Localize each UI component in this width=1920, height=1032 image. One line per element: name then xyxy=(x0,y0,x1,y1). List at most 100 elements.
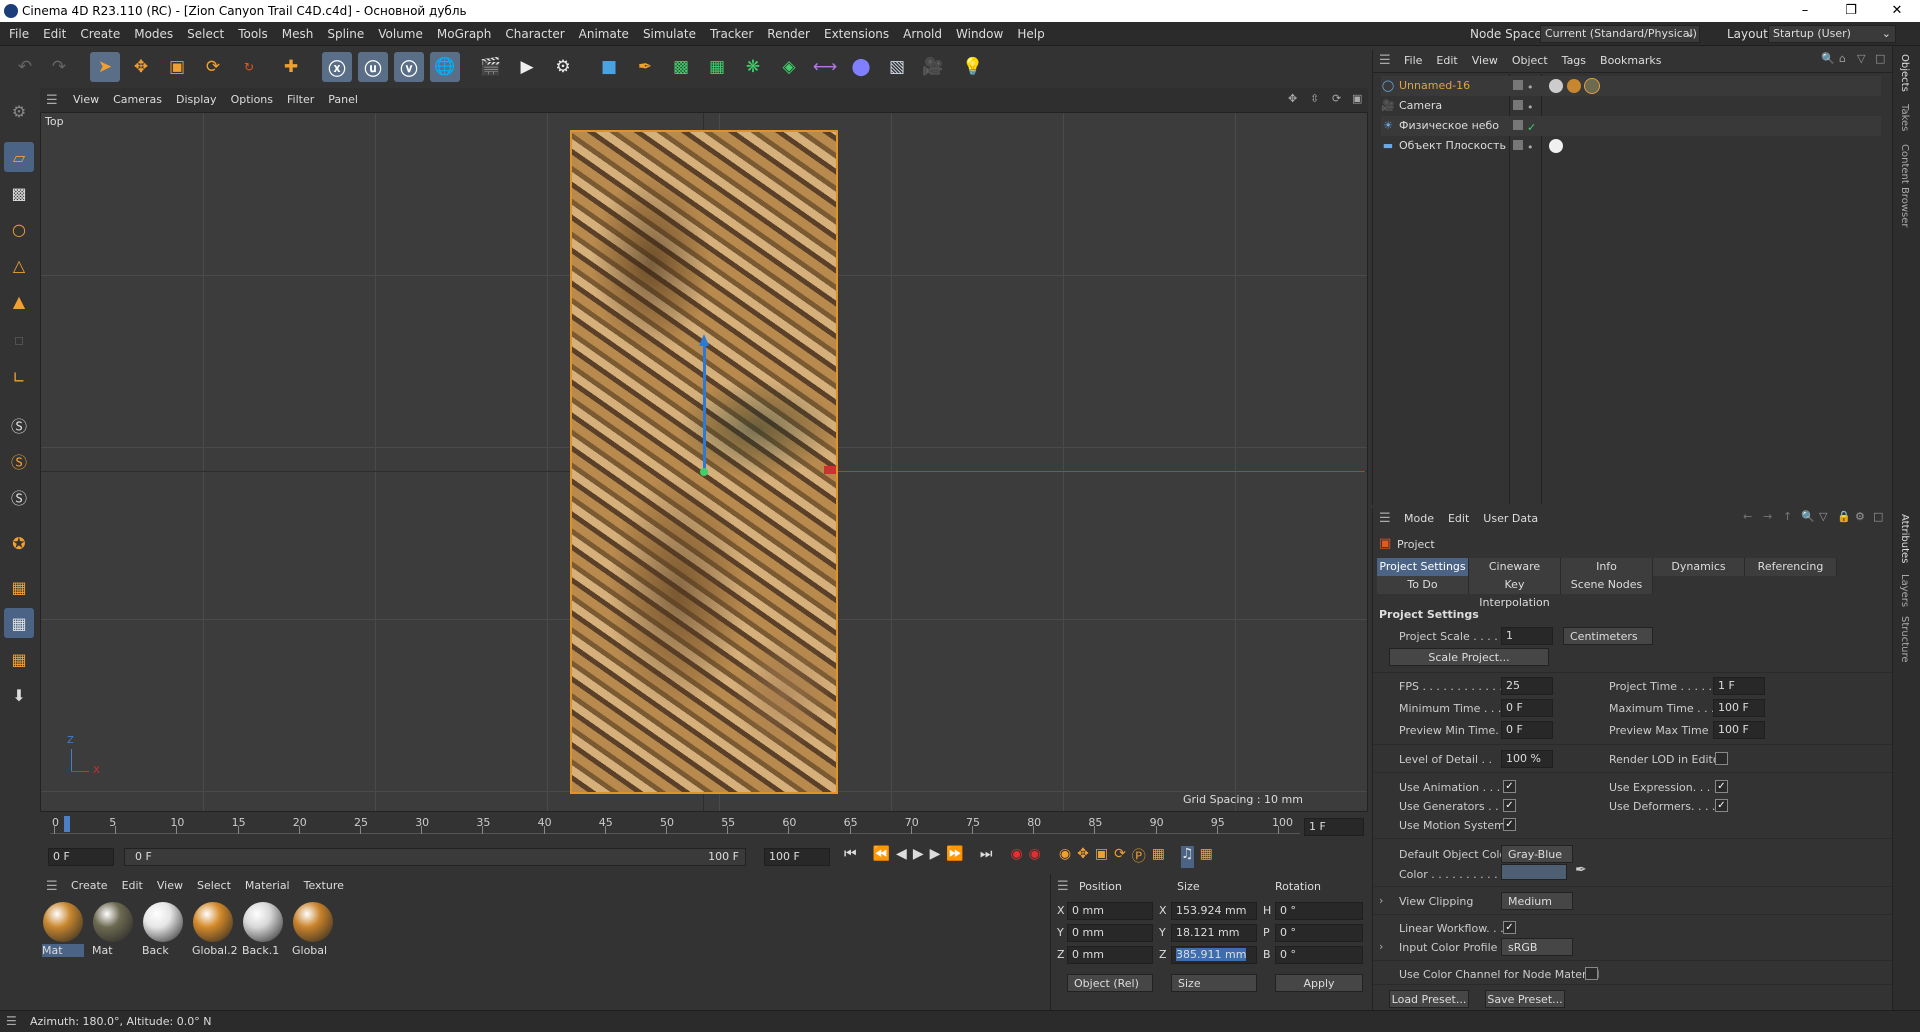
filter-icon[interactable]: ▽ xyxy=(1857,52,1865,65)
scale-project-button[interactable]: Scale Project... xyxy=(1389,648,1549,666)
back-arrow-icon[interactable]: ← xyxy=(1743,510,1752,523)
material-tag-icon[interactable] xyxy=(1567,79,1581,93)
close-icon[interactable]: ✕ xyxy=(1874,0,1920,22)
texture-mode-icon[interactable]: ▩ xyxy=(4,178,34,208)
tab-cineware[interactable]: Cineware xyxy=(1469,558,1561,576)
forward-arrow-icon[interactable]: → xyxy=(1763,510,1772,523)
menu-tracker[interactable]: Tracker xyxy=(703,22,760,46)
side-tab-content-browser[interactable]: Content Browser xyxy=(1899,144,1910,227)
rotate-tool-icon[interactable]: ⟳ xyxy=(198,52,228,82)
key-param-icon[interactable]: Ⓟ xyxy=(1132,846,1146,868)
use-generators-checkbox[interactable]: ✓ xyxy=(1503,799,1516,812)
render-settings-icon[interactable]: ⚙ xyxy=(548,52,578,82)
tab-project-settings[interactable]: Project Settings xyxy=(1377,558,1469,576)
make-editable-icon[interactable]: ▱ xyxy=(4,142,34,172)
minimize-icon[interactable]: – xyxy=(1782,0,1828,22)
material-tag-icon[interactable] xyxy=(1584,78,1600,94)
editor-visibility-icon[interactable] xyxy=(1513,140,1523,150)
rotation-field[interactable]: 0 ° xyxy=(1275,924,1363,942)
node-space-dropdown[interactable]: Current (Standard/Physical) ⌄ xyxy=(1540,25,1700,43)
filter-icon[interactable]: ▽ xyxy=(1819,510,1827,523)
attribute-menu-mode[interactable]: Mode xyxy=(1397,508,1441,530)
material-menu-select[interactable]: Select xyxy=(190,874,238,898)
expand-arrow-icon[interactable]: › xyxy=(1379,940,1383,953)
settings-icon[interactable]: ⚙ xyxy=(1855,510,1865,523)
load-preset-button[interactable]: Load Preset... xyxy=(1389,990,1469,1008)
home-icon[interactable]: ⌂ xyxy=(1839,52,1846,65)
menu-extensions[interactable]: Extensions xyxy=(817,22,896,46)
coordinate-mode-dropdown[interactable]: Object (Rel) xyxy=(1067,974,1153,992)
scale-unit-dropdown[interactable]: Centimeters xyxy=(1563,627,1653,645)
rotation-field[interactable]: 0 ° xyxy=(1275,902,1363,920)
tab-dynamics[interactable]: Dynamics xyxy=(1653,558,1745,576)
keyframe-selection-icon[interactable]: ◉ xyxy=(1059,846,1071,868)
current-frame-field[interactable]: 1 F xyxy=(1304,818,1364,836)
default-color-dropdown[interactable]: Gray-Blue xyxy=(1501,845,1573,863)
go-to-end-icon[interactable]: ⏭ xyxy=(980,846,993,868)
new-window-icon[interactable]: □ xyxy=(1875,52,1885,65)
move-tool-icon[interactable]: ✥ xyxy=(126,52,156,82)
hamburger-icon[interactable]: ☰ xyxy=(1379,511,1391,526)
previous-frame-icon[interactable]: ◀ xyxy=(896,846,907,868)
tab-scene-nodes[interactable]: Scene Nodes xyxy=(1561,576,1653,594)
add-object-icon[interactable]: ✚ xyxy=(276,52,306,82)
size-field[interactable]: 385.911 mm xyxy=(1171,946,1257,964)
menu-character[interactable]: Character xyxy=(498,22,571,46)
x-axis-arrow[interactable] xyxy=(824,466,836,474)
project-time-field[interactable]: 1 F xyxy=(1713,677,1765,695)
move-view-icon[interactable]: ✥ xyxy=(1288,92,1297,105)
use-expression-checkbox[interactable]: ✓ xyxy=(1715,780,1728,793)
object-row[interactable]: ◯ Unnamed-16 • xyxy=(1381,76,1881,96)
object-row[interactable]: ☀ Физическое небо ✓ xyxy=(1381,116,1881,136)
edges-mode-icon[interactable]: △ xyxy=(4,250,34,280)
floor-icon[interactable]: ▧ xyxy=(882,52,912,82)
maximize-view-icon[interactable]: ▣ xyxy=(1352,92,1362,105)
material-swatch[interactable]: Global.2 xyxy=(192,902,238,957)
material-swatch[interactable]: Mat xyxy=(92,902,134,957)
floor-snap-icon[interactable]: ⬇ xyxy=(4,680,34,710)
side-tab-layers[interactable]: Layers xyxy=(1899,574,1910,607)
cube-icon[interactable]: ■ xyxy=(594,52,624,82)
lock-icon[interactable]: 🔒 xyxy=(1837,510,1851,523)
key-pla-icon[interactable]: ▦ xyxy=(1152,846,1165,868)
scale-tool-icon[interactable]: ▣ xyxy=(162,52,192,82)
editor-visibility-icon[interactable] xyxy=(1513,80,1523,90)
viewport-menu-filter[interactable]: Filter xyxy=(280,88,321,112)
hamburger-icon[interactable]: ☰ xyxy=(1057,879,1069,894)
next-key-icon[interactable]: ⏩ xyxy=(946,846,963,868)
material-menu-edit[interactable]: Edit xyxy=(115,874,150,898)
use-deformers-checkbox[interactable]: ✓ xyxy=(1715,799,1728,812)
preview-min-field[interactable]: 0 F xyxy=(1501,721,1553,739)
material-swatch[interactable]: Back xyxy=(142,902,184,957)
key-scale-icon[interactable]: ▣ xyxy=(1095,846,1108,868)
object-row[interactable]: ▬ Объект Плоскость • xyxy=(1381,136,1881,156)
menu-render[interactable]: Render xyxy=(760,22,817,46)
side-tab-attributes[interactable]: Attributes xyxy=(1899,514,1910,563)
tab-key-interpolation[interactable]: Key Interpolation xyxy=(1469,576,1561,609)
zoom-view-icon[interactable]: ⇳ xyxy=(1310,92,1319,105)
object-menu-tags[interactable]: Tags xyxy=(1555,50,1593,72)
material-swatch[interactable]: Mat xyxy=(42,902,84,957)
points-mode-icon[interactable]: ○ xyxy=(4,214,34,244)
workplane-icon[interactable]: ▦ xyxy=(4,572,34,602)
color-swatch[interactable] xyxy=(1501,864,1567,880)
menu-modes[interactable]: Modes xyxy=(127,22,180,46)
position-field[interactable]: 0 mm xyxy=(1067,902,1153,920)
redo-icon[interactable]: ↷ xyxy=(44,52,74,82)
enable-icon[interactable]: • xyxy=(1527,78,1534,98)
max-time-field[interactable]: 100 F xyxy=(1713,699,1765,717)
menu-arnold[interactable]: Arnold xyxy=(896,22,949,46)
hamburger-icon[interactable]: ☰ xyxy=(46,879,58,894)
undo-icon[interactable]: ↶ xyxy=(10,52,40,82)
material-menu-create[interactable]: Create xyxy=(64,874,115,898)
light-icon[interactable]: 💡 xyxy=(958,52,988,82)
timeline-window-icon[interactable]: ▦ xyxy=(1200,846,1213,868)
render-lod-checkbox[interactable] xyxy=(1715,752,1728,765)
deformer-icon[interactable]: ⟷ xyxy=(810,52,840,82)
menu-animate[interactable]: Animate xyxy=(572,22,636,46)
lod-field[interactable]: 100 % xyxy=(1501,750,1553,768)
linear-workflow-checkbox[interactable]: ✓ xyxy=(1503,921,1516,934)
menu-edit[interactable]: Edit xyxy=(36,22,73,46)
input-color-profile-dropdown[interactable]: sRGB xyxy=(1501,938,1573,956)
object-menu-edit[interactable]: Edit xyxy=(1429,50,1464,72)
